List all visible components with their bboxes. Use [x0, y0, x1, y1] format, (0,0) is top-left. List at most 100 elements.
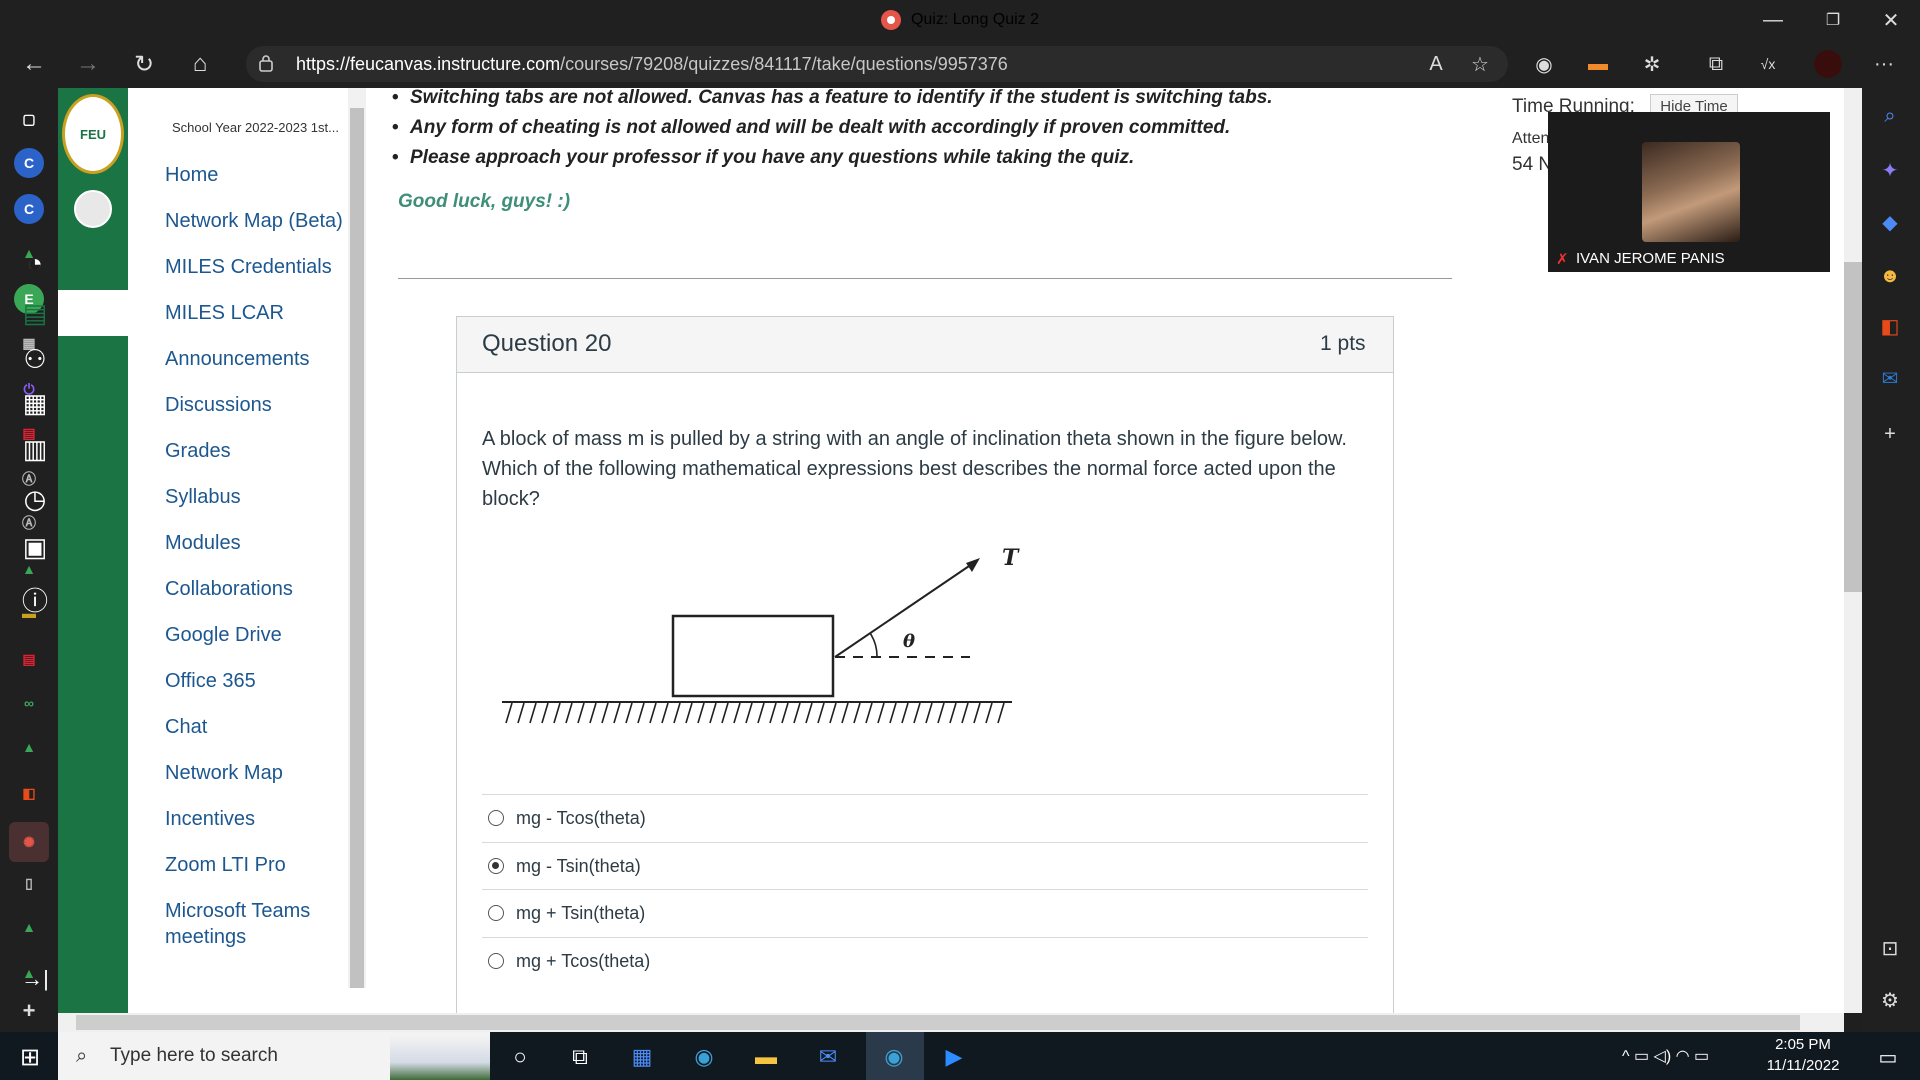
extension-orange-icon[interactable]: ▬ — [1582, 48, 1614, 80]
read-aloud-icon[interactable]: A — [1420, 48, 1452, 80]
browser-menu-icon[interactable]: ··· — [1868, 48, 1900, 80]
microsoft-store-icon[interactable]: ▦ — [620, 1038, 664, 1076]
answer-option[interactable]: mg + Tsin(theta) — [482, 889, 1368, 936]
edge-taskbar-icon[interactable]: ◉ — [682, 1038, 726, 1076]
course-nav-announcements[interactable]: Announcements — [165, 348, 310, 371]
course-nav-google-drive[interactable]: Google Drive — [165, 624, 282, 647]
course-nav-home[interactable]: Home — [165, 164, 218, 187]
course-nav-network-map[interactable]: Network Map — [165, 762, 283, 785]
course-nav-miles-credentials[interactable]: MILES Credentials — [165, 256, 332, 279]
answer-radio[interactable] — [488, 953, 504, 969]
tab-c2-icon[interactable]: C — [14, 194, 44, 224]
home-button[interactable]: ⌂ — [182, 46, 218, 82]
close-button[interactable]: ✕ — [1868, 0, 1914, 40]
zoom-taskbar-icon[interactable]: ▶ — [932, 1038, 976, 1076]
course-nav-microsoft-teams-line2[interactable]: meetings — [165, 926, 246, 949]
answer-option[interactable]: mg + Tcos(theta) — [482, 937, 1368, 984]
url-path: /courses/79208/quizzes/841117/take/quest… — [560, 53, 1008, 74]
sidebar-outlook-icon[interactable]: ✉ — [1874, 362, 1906, 394]
taskbar-clock[interactable]: 2:05 PM 11/11/2022 — [1760, 1034, 1846, 1078]
course-nav-incentives[interactable]: Incentives — [165, 808, 255, 831]
address-bar[interactable]: https://feucanvas.instructure.com/course… — [246, 46, 1508, 82]
answer-radio[interactable] — [488, 810, 504, 826]
history-icon[interactable]: ◷ — [18, 482, 52, 516]
course-nav-modules[interactable]: Modules — [165, 532, 241, 555]
page-horizontal-scroll-thumb[interactable] — [76, 1015, 1800, 1030]
extension-icon[interactable]: ◉ — [1528, 48, 1560, 80]
tab-c-icon[interactable]: C — [14, 148, 44, 178]
extensions-puzzle-icon[interactable]: ✲ — [1636, 48, 1668, 80]
answer-radio[interactable] — [488, 905, 504, 921]
commons-icon[interactable]: ▣ — [18, 530, 52, 564]
sidebar-games-icon[interactable]: ☻ — [1874, 260, 1906, 292]
physics-figure: T θ — [502, 545, 1020, 724]
favorite-star-icon[interactable]: ☆ — [1464, 48, 1496, 80]
course-nav-network-map-beta[interactable]: Network Map (Beta) — [165, 210, 343, 233]
account-avatar[interactable] — [74, 190, 112, 228]
tab-document-icon[interactable]: ▯ — [14, 868, 44, 898]
university-logo[interactable]: FEU — [62, 94, 124, 174]
notifications-icon[interactable]: ▭ — [1866, 1038, 1910, 1076]
math-solver-icon[interactable]: √x — [1752, 48, 1784, 80]
answer-label[interactable]: mg - Tsin(theta) — [516, 856, 641, 877]
course-nav-discussions[interactable]: Discussions — [165, 394, 272, 417]
tray-icons[interactable]: ^ ▭ ◁) ◠ ▭ — [1622, 1046, 1709, 1066]
sidebar-settings-icon[interactable]: ⚙ — [1874, 984, 1906, 1016]
sidebar-collapse-icon[interactable]: ⊡ — [1874, 932, 1906, 964]
course-nav-collaborations[interactable]: Collaborations — [165, 578, 293, 601]
sidebar-office-icon[interactable]: ◧ — [1874, 310, 1906, 342]
start-button-icon[interactable]: ⊞ — [8, 1038, 52, 1076]
sidebar-tag-icon[interactable]: ◆ — [1874, 206, 1906, 238]
edge-active-taskbar-icon[interactable]: ◉ — [872, 1038, 916, 1076]
clock-time: 2:05 PM — [1775, 1036, 1831, 1053]
lock-icon[interactable] — [258, 54, 274, 72]
answer-radio-selected[interactable] — [488, 858, 504, 874]
help-icon[interactable]: ⓘ — [18, 582, 52, 616]
tab-pdf2-icon[interactable]: ▤ — [14, 644, 44, 674]
minimize-button[interactable]: — — [1750, 0, 1796, 40]
sidebar-search-icon[interactable]: ⌕ — [1874, 100, 1906, 132]
course-nav-scroll-thumb[interactable] — [350, 108, 364, 988]
back-button[interactable]: ← — [16, 46, 52, 82]
tension-arrowhead — [966, 558, 980, 572]
inbox-icon[interactable]: ▥ — [18, 432, 52, 466]
tab-green-icon[interactable]: ∞ — [14, 688, 44, 718]
page-vertical-scroll-thumb[interactable] — [1844, 262, 1862, 592]
calendar-icon[interactable]: ▦ — [18, 386, 52, 420]
sidebar-sparkle-icon[interactable]: ✦ — [1874, 154, 1906, 186]
course-nav-miles-lcar[interactable]: MILES LCAR — [165, 302, 284, 325]
courses-icon[interactable]: ▤ — [18, 296, 52, 330]
groups-icon[interactable]: ⚇ — [18, 342, 52, 376]
tab-actions-icon[interactable]: ▢ — [14, 104, 44, 134]
restore-button[interactable]: ❐ — [1810, 0, 1856, 40]
profile-avatar[interactable] — [1814, 50, 1842, 78]
answer-label[interactable]: mg + Tcos(theta) — [516, 951, 650, 972]
answer-label[interactable]: mg + Tsin(theta) — [516, 903, 645, 924]
answer-option[interactable]: mg - Tsin(theta) — [482, 842, 1368, 889]
tab-office-icon[interactable]: ◧ — [14, 778, 44, 808]
dashboard-icon[interactable]: ◔ — [18, 246, 52, 280]
tab-drive4-icon[interactable]: ▲ — [14, 912, 44, 942]
sidebar-add-icon[interactable]: + — [1874, 418, 1906, 450]
reload-button[interactable]: ↻ — [126, 46, 162, 82]
course-nav-zoom-lti-pro[interactable]: Zoom LTI Pro — [165, 854, 286, 877]
instruction-bullet: Switching tabs are not allowed. Canvas h… — [392, 87, 1273, 109]
forward-button[interactable]: → — [70, 46, 106, 82]
file-explorer-icon[interactable]: ▬ — [744, 1038, 788, 1076]
collections-icon[interactable]: ⧉ — [1700, 48, 1732, 80]
task-view-icon[interactable]: ⧉ — [558, 1038, 602, 1076]
course-nav-office-365[interactable]: Office 365 — [165, 670, 256, 693]
courses-nav-active[interactable] — [58, 290, 128, 336]
tab-canvas-active-icon[interactable]: ✺ — [9, 822, 49, 862]
mail-icon[interactable]: ✉ — [806, 1038, 850, 1076]
cortana-icon[interactable]: ○ — [498, 1038, 542, 1076]
course-nav-chat[interactable]: Chat — [165, 716, 207, 739]
answer-label[interactable]: mg - Tcos(theta) — [516, 808, 646, 829]
answer-option[interactable]: mg - Tcos(theta) — [482, 794, 1368, 841]
new-tab-icon[interactable]: + — [14, 996, 44, 1026]
course-nav-syllabus[interactable]: Syllabus — [165, 486, 241, 509]
collapse-nav-icon[interactable]: →| — [18, 962, 52, 996]
course-nav-grades[interactable]: Grades — [165, 440, 231, 463]
tab-drive3-icon[interactable]: ▲ — [14, 732, 44, 762]
course-nav-microsoft-teams[interactable]: Microsoft Teams — [165, 900, 310, 923]
